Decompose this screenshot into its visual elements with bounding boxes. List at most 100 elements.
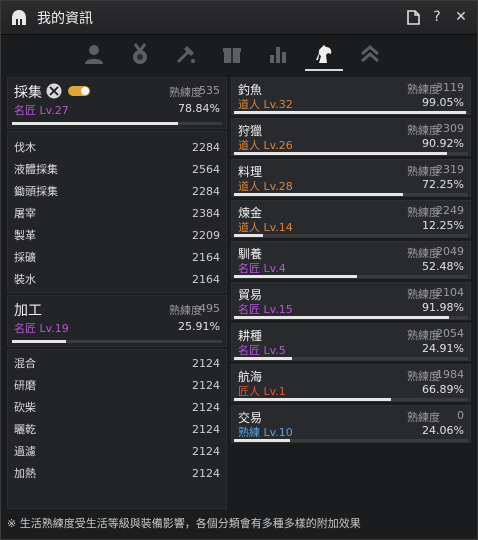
tab-gift[interactable] bbox=[209, 37, 255, 71]
processing-rank: 名匠 Lv.19 bbox=[14, 322, 69, 335]
processing-percent: 25.91% bbox=[178, 320, 220, 333]
crossed-tools-icon[interactable] bbox=[46, 83, 62, 99]
list-item: 採礦 2164 bbox=[14, 250, 220, 265]
skill-percent: 24.91% bbox=[422, 342, 464, 355]
skill-percent: 52.48% bbox=[422, 260, 464, 273]
tab-medal[interactable] bbox=[117, 37, 163, 71]
list-item: 曬乾 2124 bbox=[14, 422, 220, 437]
list-item: 過濾 2124 bbox=[14, 444, 220, 459]
skill-progress-bar bbox=[234, 275, 468, 278]
skill-progress-bar bbox=[234, 152, 468, 155]
life-skill-panel: 料理 熟練度 2319 道人 Lv.28 72.25% bbox=[231, 159, 471, 197]
helmet-icon bbox=[12, 9, 26, 25]
life-skill-panel: 貿易 熟練度 2104 名匠 Lv.15 91.98% bbox=[231, 282, 471, 320]
tab-rank[interactable] bbox=[347, 37, 393, 71]
life-skill-panel: 航海 熟練度 1984 匠人 Lv.1 66.89% bbox=[231, 364, 471, 402]
list-item: 加熱 2124 bbox=[14, 466, 220, 481]
skill-proficiency-value: 0 bbox=[457, 409, 464, 422]
tab-bar bbox=[71, 37, 421, 71]
tab-tools[interactable] bbox=[163, 37, 209, 71]
skill-progress-bar bbox=[234, 357, 468, 360]
skill-percent: 24.06% bbox=[422, 424, 464, 437]
skill-progress-fill bbox=[234, 275, 357, 278]
help-icon[interactable]: ? bbox=[429, 9, 445, 25]
life-skill-panel: 煉金 熟練度 2249 道人 Lv.14 12.25% bbox=[231, 200, 471, 238]
skill-progress-bar bbox=[234, 234, 468, 237]
tab-stats[interactable] bbox=[255, 37, 301, 71]
skill-rank: 名匠 Lv.15 bbox=[238, 303, 293, 316]
tab-profile[interactable] bbox=[71, 37, 117, 71]
processing-list: 混合 2124 研磨 2124 砍柴 2124 曬乾 2124 過濾 2124 加熱 212… bbox=[7, 349, 227, 509]
processing-proficiency-value: 495 bbox=[199, 302, 220, 315]
skill-proficiency-value: 2054 bbox=[436, 327, 464, 340]
gathering-list: 伐木 2284 液體採集 2564 鋤頭採集 2284 屠宰 2384 製革 2209 採… bbox=[7, 131, 227, 293]
skill-proficiency-value: 2249 bbox=[436, 204, 464, 217]
rank-chevron-icon bbox=[361, 45, 379, 63]
list-item: 液體採集 2564 bbox=[14, 162, 220, 177]
skill-progress-bar bbox=[234, 193, 468, 196]
life-skill-panel: 耕種 熟練度 2054 名匠 Lv.5 24.91% bbox=[231, 323, 471, 361]
skill-progress-fill bbox=[234, 357, 293, 360]
my-info-window: 我的資訊 ? ✕ 採集 熟練度 535 名匠 Lv.27 78.84% 伐木 2… bbox=[0, 0, 478, 540]
skill-proficiency-value: 2104 bbox=[436, 286, 464, 299]
skill-progress-fill bbox=[234, 152, 447, 155]
list-item: 屠宰 2384 bbox=[14, 206, 220, 221]
horse-icon bbox=[316, 45, 332, 63]
skill-progress-fill bbox=[234, 439, 291, 442]
skill-percent: 90.92% bbox=[422, 137, 464, 150]
skill-progress-fill bbox=[234, 234, 263, 237]
skill-progress-fill bbox=[234, 193, 404, 196]
skill-proficiency-value: 1984 bbox=[436, 368, 464, 381]
person-icon bbox=[85, 45, 103, 64]
skill-percent: 66.89% bbox=[422, 383, 464, 396]
list-item: 伐木 2284 bbox=[14, 140, 220, 155]
skill-progress-fill bbox=[234, 316, 450, 319]
processing-name: 加工 bbox=[14, 303, 42, 319]
gathering-rank: 名匠 Lv.27 bbox=[14, 104, 69, 117]
tools-icon bbox=[176, 46, 195, 64]
list-item: 鋤頭採集 2284 bbox=[14, 184, 220, 199]
skill-percent: 72.25% bbox=[422, 178, 464, 191]
bar-chart-icon bbox=[270, 47, 286, 63]
skill-progress-bar bbox=[234, 111, 468, 114]
tab-life-skills[interactable] bbox=[301, 37, 347, 71]
list-item: 裝水 2164 bbox=[14, 272, 220, 287]
skill-percent: 91.98% bbox=[422, 301, 464, 314]
window-title: 我的資訊 bbox=[37, 10, 93, 27]
footer-note: ※ 生活熟練度受生活等級與裝備影響，各個分類會有多種多樣的附加效果 bbox=[7, 517, 361, 530]
skill-proficiency-value: 2309 bbox=[436, 122, 464, 135]
skill-progress-bar bbox=[234, 316, 468, 319]
skill-progress-fill bbox=[234, 398, 391, 401]
skill-progress-bar bbox=[234, 398, 468, 401]
skill-rank: 熟練 Lv.10 bbox=[238, 426, 293, 439]
skill-rank: 道人 Lv.28 bbox=[238, 180, 293, 193]
processing-progress-bar bbox=[12, 340, 222, 343]
skill-rank: 道人 Lv.32 bbox=[238, 98, 293, 111]
close-icon[interactable]: ✕ bbox=[453, 9, 469, 25]
life-skill-panel: 交易 熟練度 0 熟練 Lv.10 24.06% bbox=[231, 405, 471, 443]
skill-rank: 道人 Lv.14 bbox=[238, 221, 293, 234]
skill-percent: 99.05% bbox=[422, 96, 464, 109]
processing-header-panel: 加工 熟練度 495 名匠 Lv.19 25.91% bbox=[7, 295, 227, 347]
skill-rank: 名匠 Lv.5 bbox=[238, 344, 286, 357]
skill-proficiency-value: 2049 bbox=[436, 245, 464, 258]
document-icon[interactable] bbox=[405, 9, 421, 25]
list-item: 研磨 2124 bbox=[14, 378, 220, 393]
gathering-toggle[interactable] bbox=[68, 86, 90, 96]
list-item: 製革 2209 bbox=[14, 228, 220, 243]
skill-percent: 12.25% bbox=[422, 219, 464, 232]
gathering-proficiency-label: 熟練度 bbox=[169, 86, 202, 99]
skill-progress-bar bbox=[234, 439, 468, 442]
life-skill-panel: 釣魚 熟練度 3119 道人 Lv.32 99.05% bbox=[231, 77, 471, 115]
list-item: 混合 2124 bbox=[14, 356, 220, 371]
gathering-percent: 78.84% bbox=[178, 102, 220, 115]
skill-proficiency-value: 2319 bbox=[436, 163, 464, 176]
gift-icon bbox=[223, 48, 241, 63]
skill-rank: 匠人 Lv.1 bbox=[238, 385, 286, 398]
gathering-progress-bar bbox=[12, 122, 222, 125]
medal-icon bbox=[133, 43, 147, 64]
gathering-proficiency-value: 535 bbox=[199, 84, 220, 97]
gathering-name: 採集 bbox=[14, 85, 42, 101]
processing-proficiency-label: 熟練度 bbox=[169, 304, 202, 317]
list-item: 砍柴 2124 bbox=[14, 400, 220, 415]
